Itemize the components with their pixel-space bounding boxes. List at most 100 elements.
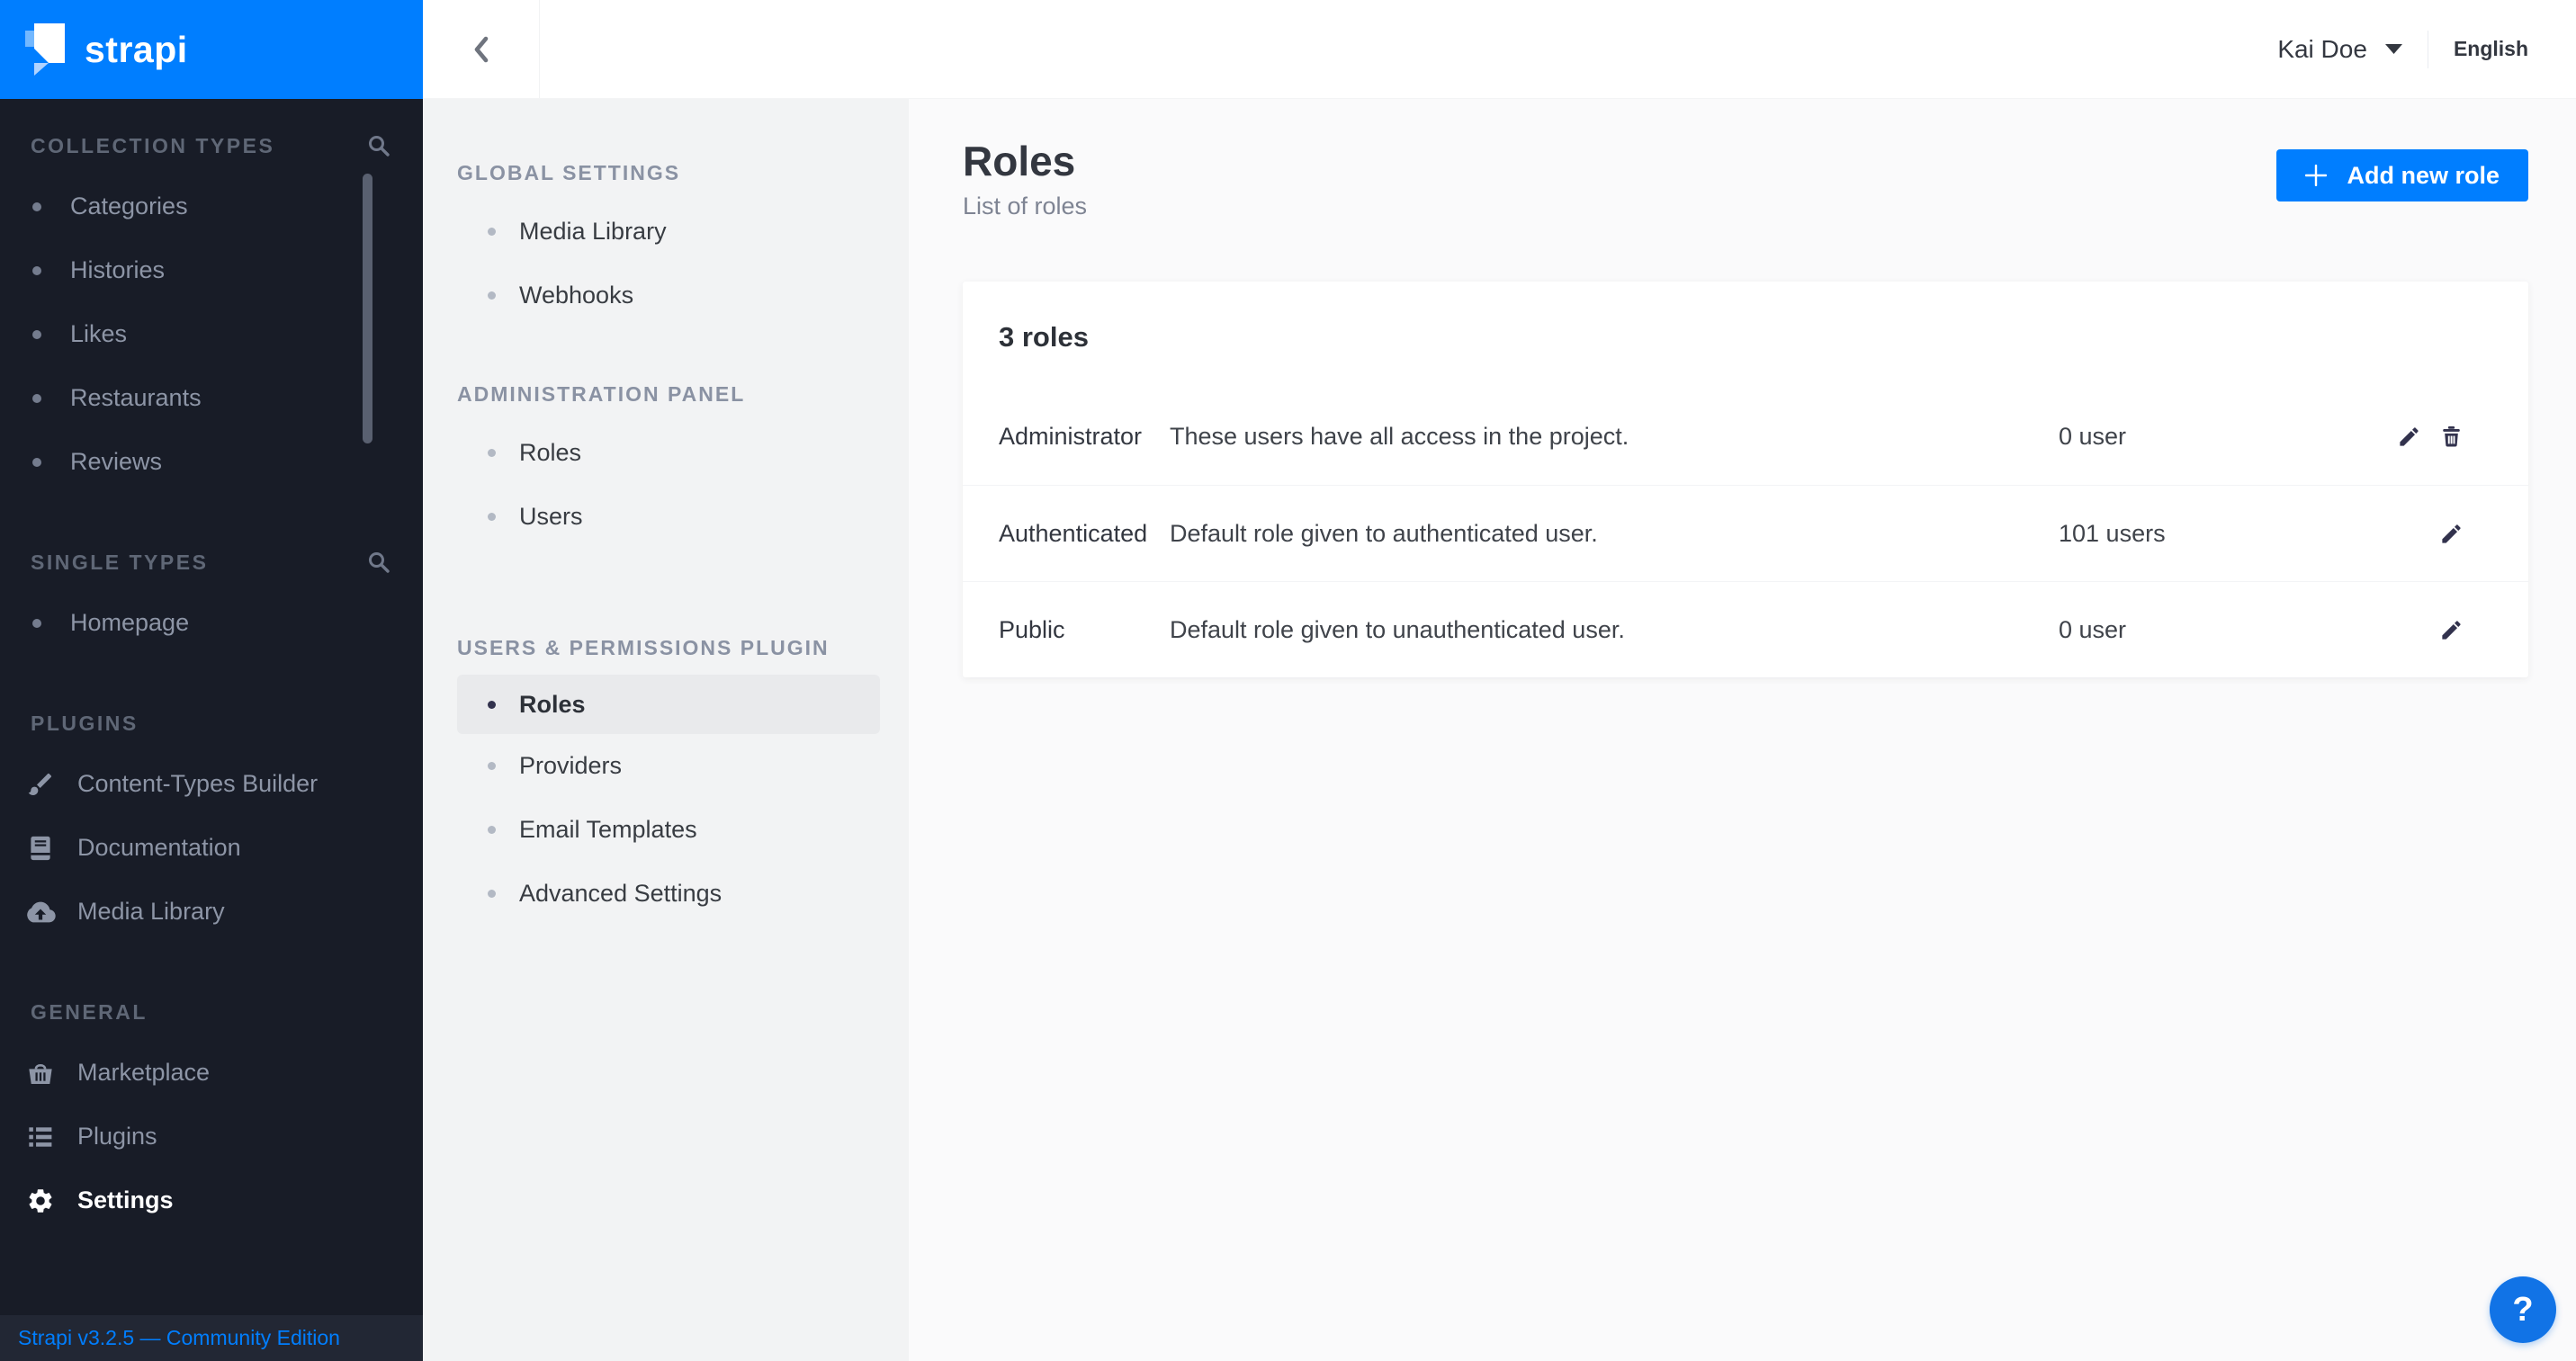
settings-item-label: Advanced Settings [519, 880, 722, 908]
add-new-role-label: Add new role [2347, 162, 2500, 190]
sidebar-item-plugins[interactable]: Plugins [0, 1105, 423, 1168]
table-row-administrator[interactable]: Administrator These users have all acces… [963, 389, 2528, 485]
general-heading: GENERAL [31, 1000, 148, 1025]
edit-role-button[interactable] [2439, 618, 2464, 642]
edit-role-button[interactable] [2397, 425, 2421, 449]
sidebar-item-categories[interactable]: Categories [0, 175, 423, 238]
sidebar-item-label: Documentation [77, 834, 241, 862]
sidebar-item-label: Plugins [77, 1123, 157, 1151]
sidebar-item-documentation[interactable]: Documentation [0, 816, 423, 880]
sidebar-item-settings[interactable]: Settings [0, 1168, 423, 1232]
sidebar-item-reviews[interactable]: Reviews [0, 430, 423, 494]
strapi-admin-app: strapi COLLECTION TYPES Categories [0, 0, 2576, 1361]
single-types-heading: SINGLE TYPES [31, 551, 208, 575]
sidebar-item-media-library[interactable]: Media Library [0, 880, 423, 944]
sidebar-item-label: Likes [70, 320, 127, 348]
strapi-logo[interactable]: strapi [0, 0, 423, 99]
section-users-permissions-plugin: USERS & PERMISSIONS PLUGIN Roles Provide… [423, 621, 909, 926]
sidebar-item-content-types-builder[interactable]: Content-Types Builder [0, 752, 423, 816]
search-icon[interactable] [367, 134, 390, 157]
user-name: Kai Doe [2277, 35, 2367, 64]
chevron-left-icon [470, 35, 493, 64]
sidebar-item-label: Media Library [77, 898, 225, 926]
sidebar-item-homepage[interactable]: Homepage [0, 591, 423, 655]
settings-item-webhooks[interactable]: Webhooks [457, 264, 880, 327]
strapi-version-link[interactable]: Strapi v3.2.5 — Community Edition [18, 1326, 340, 1350]
settings-item-label: Roles [519, 691, 586, 719]
help-button[interactable]: ? [2490, 1276, 2556, 1343]
back-button[interactable] [423, 0, 540, 98]
collection-types-heading: COLLECTION TYPES [31, 134, 274, 158]
bullet-icon [488, 826, 496, 834]
pencil-icon [2439, 522, 2464, 546]
role-description: These users have all access in the proje… [1170, 423, 2059, 451]
role-name: Public [999, 616, 1170, 644]
sidebar-scroll-area: COLLECTION TYPES Categories Histories [0, 99, 423, 1315]
settings-item-media-library[interactable]: Media Library [457, 200, 880, 264]
user-menu[interactable]: Kai Doe [2277, 35, 2402, 64]
question-mark-label: ? [2512, 1291, 2533, 1330]
settings-item-label: Email Templates [519, 816, 697, 844]
sidebar-item-label: Marketplace [77, 1059, 210, 1087]
pencil-icon [2439, 618, 2464, 642]
strapi-logo-text: strapi [85, 29, 188, 71]
language-selector[interactable]: English [2454, 37, 2528, 61]
caret-down-icon [2385, 44, 2402, 54]
bullet-icon [32, 202, 41, 211]
sidebar-item-marketplace[interactable]: Marketplace [0, 1041, 423, 1105]
role-actions [2360, 425, 2464, 449]
roles-count-header: 3 roles [963, 282, 2528, 389]
gear-icon [25, 1186, 56, 1216]
sidebar-item-label: Settings [77, 1186, 174, 1214]
sidebar-item-label: Homepage [70, 609, 189, 637]
bullet-icon [488, 890, 496, 898]
brush-icon [25, 769, 56, 800]
role-name: Authenticated [999, 520, 1170, 548]
section-collection-types: COLLECTION TYPES Categories Histories [0, 117, 423, 494]
cloud-upload-icon [25, 897, 56, 927]
bullet-icon [488, 449, 496, 457]
settings-item-label: Media Library [519, 218, 667, 246]
bullet-icon [32, 330, 41, 339]
bullet-icon [32, 394, 41, 403]
sidebar-item-histories[interactable]: Histories [0, 238, 423, 302]
section-global-settings: GLOBAL SETTINGS Media Library Webhooks [423, 146, 909, 327]
page-subtitle: List of roles [963, 193, 1087, 220]
trash-icon [2439, 425, 2464, 449]
settings-item-email-templates[interactable]: Email Templates [457, 798, 880, 862]
page-title: Roles [963, 137, 1075, 185]
role-description: Default role given to unauthenticated us… [1170, 616, 2059, 644]
bullet-icon [488, 701, 496, 709]
global-settings-heading: GLOBAL SETTINGS [423, 146, 909, 200]
delete-role-button[interactable] [2439, 425, 2464, 449]
section-administration-panel: ADMINISTRATION PANEL Roles Users [423, 367, 909, 549]
plugins-heading: PLUGINS [31, 712, 139, 736]
settings-item-admin-roles[interactable]: Roles [457, 421, 880, 485]
table-row-public[interactable]: Public Default role given to unauthentic… [963, 581, 2528, 677]
settings-sub-nav: GLOBAL SETTINGS Media Library Webhooks A… [423, 99, 909, 1361]
sidebar-item-label: Reviews [70, 448, 162, 476]
bullet-icon [488, 291, 496, 300]
sidebar-scrollbar-thumb[interactable] [363, 174, 372, 443]
sidebar-item-label: Restaurants [70, 384, 202, 412]
settings-item-up-roles[interactable]: Roles [457, 675, 880, 734]
bullet-icon [488, 513, 496, 521]
bullet-icon [32, 458, 41, 467]
role-actions [2360, 618, 2464, 642]
search-icon[interactable] [367, 551, 390, 574]
settings-item-label: Roles [519, 439, 581, 467]
settings-item-advanced-settings[interactable]: Advanced Settings [457, 862, 880, 926]
settings-item-admin-users[interactable]: Users [457, 485, 880, 549]
edit-role-button[interactable] [2439, 522, 2464, 546]
add-new-role-button[interactable]: Add new role [2276, 149, 2528, 201]
section-single-types: SINGLE TYPES Homepage [0, 533, 423, 655]
users-permissions-heading: USERS & PERMISSIONS PLUGIN [423, 621, 909, 675]
topbar: Kai Doe English [423, 0, 2576, 99]
settings-item-providers[interactable]: Providers [457, 734, 880, 798]
role-user-count: 101 users [2059, 520, 2360, 548]
sidebar-item-likes[interactable]: Likes [0, 302, 423, 366]
role-user-count: 0 user [2059, 616, 2360, 644]
section-plugins: PLUGINS Content-Types Builder [0, 694, 423, 944]
table-row-authenticated[interactable]: Authenticated Default role given to auth… [963, 485, 2528, 581]
sidebar-item-restaurants[interactable]: Restaurants [0, 366, 423, 430]
